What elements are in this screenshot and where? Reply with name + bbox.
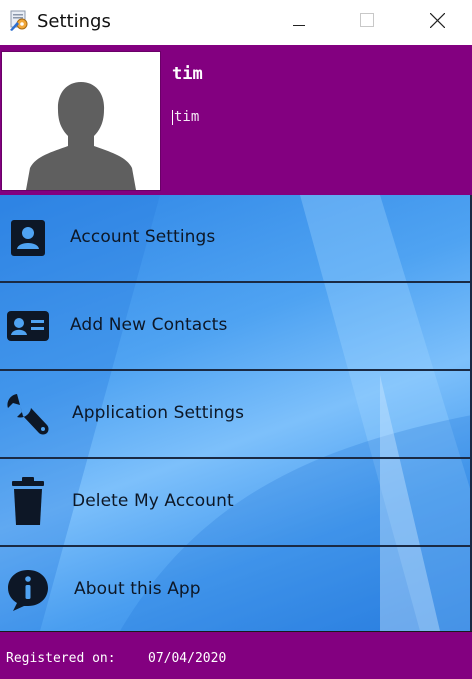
settings-menu: Account Settings Add New Contacts Applic… [0,195,472,631]
close-icon [429,12,445,33]
wrench-icon [5,392,51,436]
menu-item-label: Account Settings [70,227,216,247]
menu-item-account-settings[interactable]: Account Settings [0,195,470,283]
user-silhouette-icon [2,52,160,190]
info-bubble-icon [5,568,51,612]
username-field-value: tim [174,109,200,125]
registered-label: Registered on: [6,651,116,666]
maximize-button[interactable] [344,0,390,45]
profile-name: tim [172,64,203,84]
close-button[interactable] [414,0,460,45]
menu-item-about-this-app[interactable]: About this App [0,547,470,631]
menu-item-label: Application Settings [72,403,245,423]
settings-app-icon [8,10,30,32]
text-caret [172,109,173,125]
user-card-icon [5,216,51,260]
trash-icon [5,477,51,525]
title-bar: Settings [0,0,472,45]
minimize-button[interactable] [276,0,322,45]
registered-date: 07/04/2020 [148,651,227,666]
menu-item-add-new-contacts[interactable]: Add New Contacts [0,283,470,371]
maximize-icon [360,13,374,32]
status-footer: Registered on: 07/04/2020 [0,631,472,679]
minimize-icon [293,14,305,32]
username-field[interactable]: tim [172,106,452,128]
menu-item-application-settings[interactable]: Application Settings [0,371,470,459]
avatar[interactable] [1,51,161,191]
contact-card-icon [5,304,51,348]
menu-item-label: Add New Contacts [70,315,228,335]
menu-item-label: Delete My Account [72,491,234,511]
menu-item-label: About this App [74,579,201,599]
settings-window: Settings tim tim Account Settings Add Ne… [0,0,472,679]
window-title: Settings [37,11,111,32]
menu-item-delete-my-account[interactable]: Delete My Account [0,459,470,547]
